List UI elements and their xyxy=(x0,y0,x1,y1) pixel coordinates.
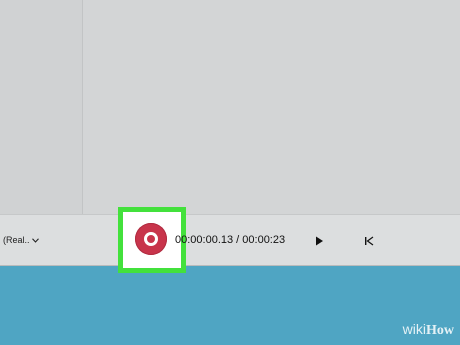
watermark-wiki: wiki xyxy=(402,321,426,337)
record-button[interactable] xyxy=(135,223,167,255)
play-icon xyxy=(316,236,323,246)
watermark-how: How xyxy=(426,323,454,338)
skip-to-start-button[interactable] xyxy=(363,234,375,246)
timecode-display: 00:00:00.13 / 00:00:23 xyxy=(175,234,286,246)
quality-dropdown[interactable]: (Real.. xyxy=(3,235,39,245)
record-icon-center xyxy=(147,235,155,243)
play-button[interactable] xyxy=(313,234,325,246)
skip-to-start-icon xyxy=(365,236,374,246)
wikihow-watermark: wikiHow xyxy=(403,321,454,339)
app-window: (Real.. xyxy=(0,0,460,266)
preview-area xyxy=(83,0,460,214)
chevron-down-icon xyxy=(31,237,39,243)
sidebar-pane xyxy=(0,0,83,214)
quality-label: (Real.. xyxy=(3,235,30,245)
